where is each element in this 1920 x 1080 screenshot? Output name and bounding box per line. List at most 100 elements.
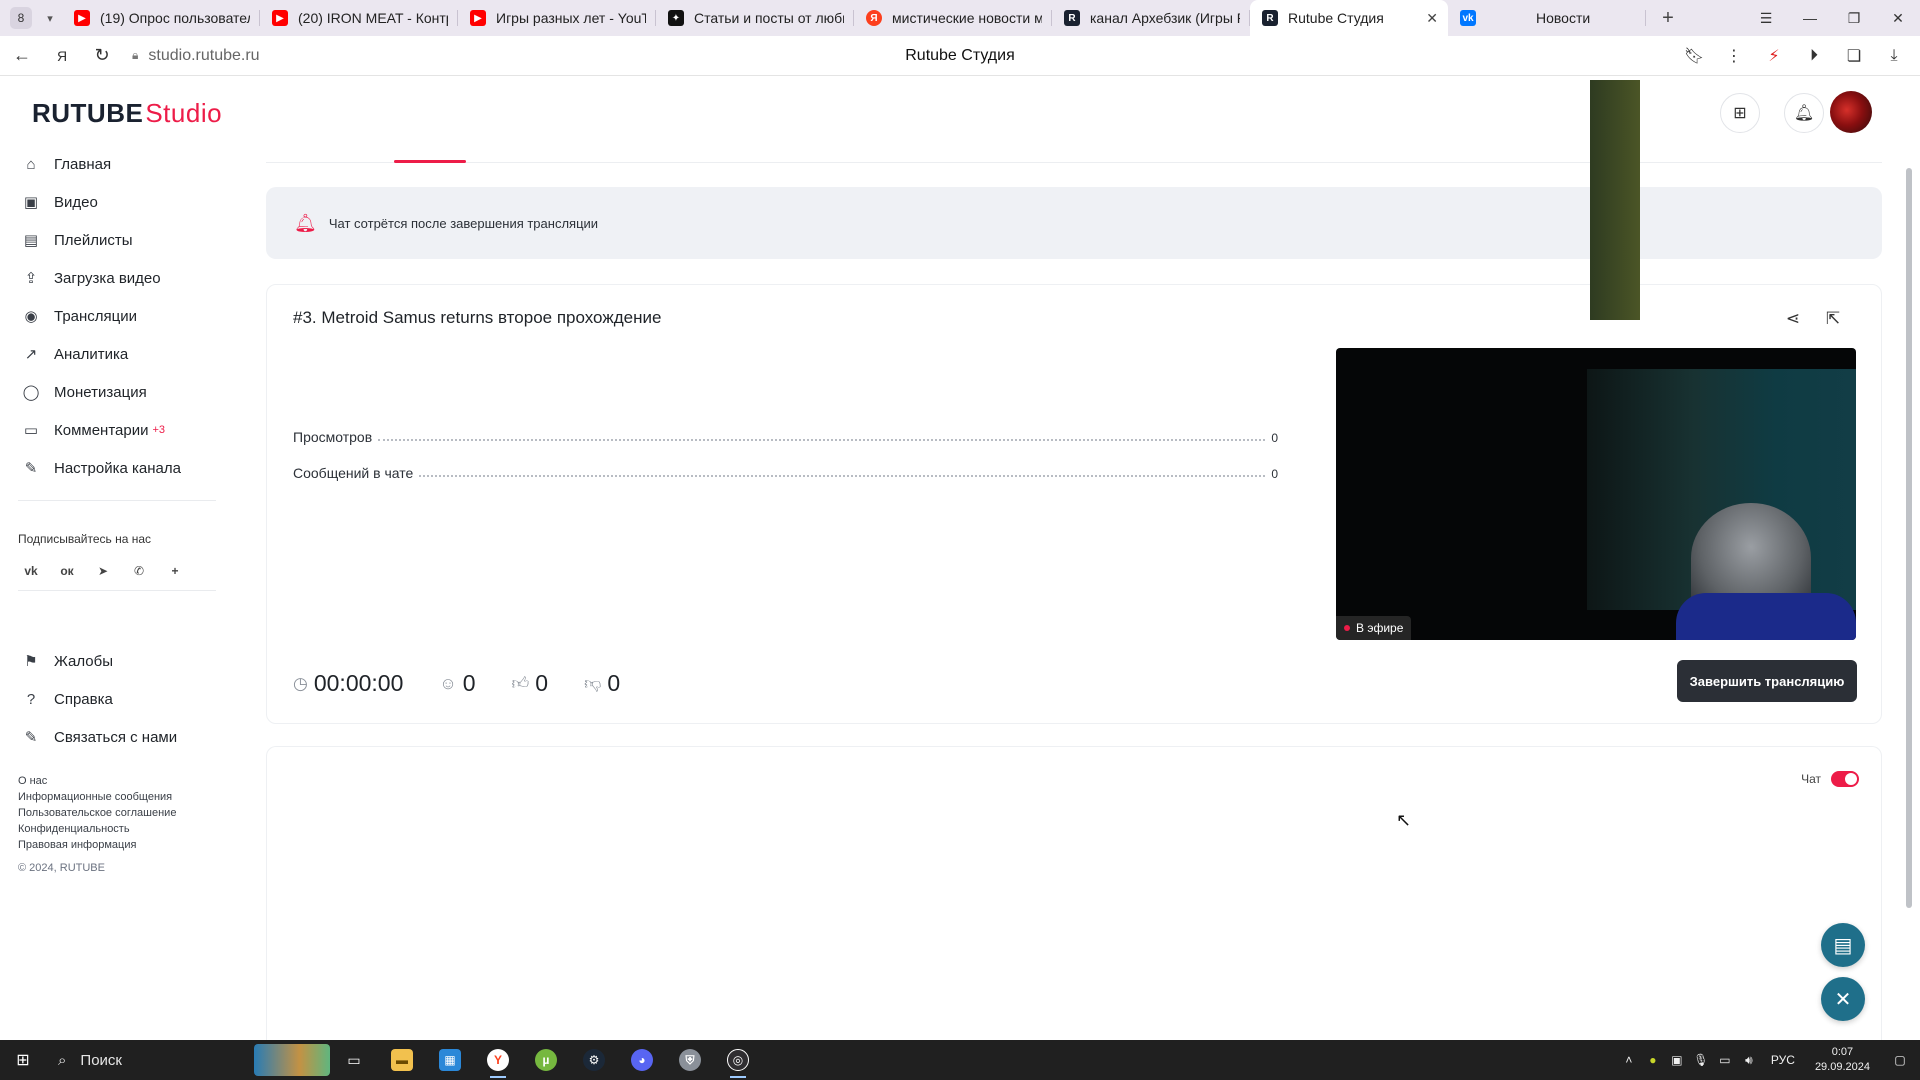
more-icon[interactable]: + [162, 560, 188, 582]
sidebar-item-comments[interactable]: ▭ Комментарии +3 [20, 418, 165, 442]
bookmark-icon[interactable]: 🔖︎ [1674, 40, 1714, 72]
microphone-icon[interactable]: 🎙︎ [1689, 1053, 1713, 1067]
collections-icon[interactable]: ❏ [1834, 40, 1874, 72]
yandex-browser-icon[interactable]: Y [474, 1040, 522, 1080]
sidebar-item-home[interactable]: ⌂ Главная [20, 152, 111, 176]
rutube-icon: R [1064, 10, 1080, 26]
back-arrow-icon[interactable]: ← [4, 40, 40, 72]
browser-tab-active[interactable]: R Rutube Студия ✕ [1250, 0, 1448, 36]
rutube-studio-logo[interactable]: RUTUBEStudio [32, 98, 222, 129]
close-icon: ✕ [1834, 988, 1852, 1011]
extension-rocket-icon[interactable]: ⚡ [1754, 40, 1794, 72]
search-highlight-image[interactable] [254, 1044, 330, 1076]
tray-app-icon[interactable]: ● [1641, 1053, 1665, 1067]
stat-label: Сообщений в чате [293, 465, 414, 481]
sidebar-item-complaints[interactable]: ⚑ Жалобы [20, 649, 113, 673]
sidebar-item-playlists[interactable]: ▤ Плейлисты [20, 228, 133, 252]
scrollbar-thumb[interactable] [1906, 168, 1912, 908]
browser-tab[interactable]: ▶ (19) Опрос пользователя [62, 0, 260, 36]
new-tab-button[interactable]: + [1654, 4, 1682, 32]
obs-icon[interactable]: ◎ [714, 1040, 762, 1080]
sidebar-item-video[interactable]: ▣ Видео [20, 190, 98, 214]
close-window-icon[interactable]: ✕ [1876, 0, 1920, 36]
search-icon: ⌕ [58, 1051, 67, 1069]
steam-icon[interactable]: ⚙ [570, 1040, 618, 1080]
windows-start-icon[interactable]: ⊞ [0, 1040, 46, 1080]
broadcast-icon: ◉ [24, 308, 38, 325]
footer-link-about[interactable]: О нас [18, 773, 176, 789]
reload-icon[interactable]: ↻ [84, 40, 120, 72]
more-options-icon[interactable]: ⋮ [1714, 40, 1754, 72]
close-widget-button[interactable]: ✕ [1821, 977, 1865, 1021]
sidebar: ⌂ Главная ▣ Видео ▤ Плейлисты ⇪ Загрузка… [0, 148, 218, 1038]
likes-counter: 👍︎ 0 [512, 670, 549, 697]
ok-icon[interactable]: ок [54, 560, 80, 582]
avatar[interactable] [1830, 91, 1872, 133]
browser-tab[interactable]: R канал Архебзик (Игры Р [1052, 0, 1250, 36]
plus-square-icon: ⊞ [1733, 105, 1747, 122]
viber-icon[interactable]: ✆ [126, 560, 152, 582]
tab-counter[interactable]: 8 [10, 7, 32, 29]
add-content-button[interactable]: ⊞ [1720, 93, 1760, 133]
open-external-icon[interactable]: ⇱ [1819, 305, 1847, 333]
browser-tab[interactable]: ▶ (20) IRON MEAT - Контра [260, 0, 458, 36]
footer-link-agreement[interactable]: Пользовательское соглашение [18, 805, 176, 821]
language-indicator[interactable]: РУС [1771, 1053, 1795, 1067]
analytics-icon: ↗ [24, 346, 38, 363]
vk-icon[interactable]: vk [18, 560, 44, 582]
telegram-icon[interactable]: ➤ [90, 560, 116, 582]
footer-link-legal[interactable]: Правовая информация [18, 837, 176, 853]
sidebar-item-contact[interactable]: ✎ Связаться с нами [20, 725, 177, 749]
network-icon[interactable]: ▭ [1713, 1053, 1737, 1067]
sidebar-item-upload[interactable]: ⇪ Загрузка видео [20, 266, 161, 290]
browser-tab[interactable]: vk Новости [1448, 0, 1646, 36]
address-bar: ← Я ↻ 🔒︎ studio.rutube.ru Rutube Студия … [0, 36, 1920, 76]
minimize-icon[interactable]: — [1788, 0, 1832, 36]
media-play-icon[interactable]: ⏵ [1794, 40, 1834, 72]
sidebar-item-monetization[interactable]: ◯ Монетизация [20, 380, 147, 404]
url-field[interactable]: 🔒︎ studio.rutube.ru [132, 47, 260, 65]
notifications-button[interactable]: 🔔︎ [1784, 93, 1824, 133]
sidebar-item-help[interactable]: ? Справка [20, 687, 113, 711]
browser-tab[interactable]: Я мистические новости ми [854, 0, 1052, 36]
stream-card: #3. Metroid Samus returns второе прохожд… [266, 284, 1882, 724]
sidebar-item-broadcasts[interactable]: ◉ Трансляции [20, 304, 137, 328]
store-icon[interactable]: ▦ [426, 1040, 474, 1080]
sidebar-item-analytics[interactable]: ↗ Аналитика [20, 342, 129, 366]
task-view-icon[interactable]: ▭ [330, 1040, 378, 1080]
vpn-shield-icon[interactable]: ⛨ [666, 1040, 714, 1080]
close-tab-icon[interactable]: ✕ [1426, 10, 1438, 27]
discord-icon[interactable]: ◕ [618, 1040, 666, 1080]
chevron-up-icon[interactable]: ˄ [1617, 1053, 1641, 1067]
file-explorer-icon[interactable]: ▬ [378, 1040, 426, 1080]
footer-link-privacy[interactable]: Конфиденциальность [18, 821, 176, 837]
taskbar-search[interactable]: ⌕ Поиск [46, 1040, 246, 1080]
volume-icon[interactable]: 🔊︎ [1737, 1053, 1761, 1068]
taskbar-clock[interactable]: 0:07 29.09.2024 [1815, 1045, 1870, 1075]
viewers-value: 0 [462, 670, 476, 696]
comments-badge: +3 [152, 424, 166, 436]
sidebar-item-label: Видео [54, 193, 98, 211]
chat-toggle-switch[interactable] [1831, 771, 1859, 787]
browser-tab[interactable]: ▶ Игры разных лет - YouTube [458, 0, 656, 36]
copyright: © 2024, RUTUBE [18, 862, 105, 874]
stream-preview[interactable]: В эфире [1336, 348, 1856, 640]
share-icon[interactable]: ⋖ [1779, 305, 1807, 333]
yandex-home-icon[interactable]: Я [44, 40, 80, 72]
support-chat-button[interactable]: ▤ [1821, 923, 1865, 967]
browser-tab[interactable]: ✦ Статьи и посты от любим [656, 0, 854, 36]
tab-title: Новости [1536, 10, 1591, 26]
camera-icon[interactable]: ▣ [1665, 1053, 1689, 1067]
end-stream-button[interactable]: Завершить трансляцию [1677, 660, 1857, 702]
menu-icon[interactable]: ☰ [1744, 0, 1788, 36]
restore-icon[interactable]: ❐ [1832, 0, 1876, 36]
utorrent-icon[interactable]: µ [522, 1040, 570, 1080]
tab-list-dropdown-icon[interactable]: ▾ [38, 12, 62, 25]
page-scrollbar[interactable] [1904, 148, 1914, 1040]
dislikes-counter: 👎︎ 0 [584, 670, 620, 697]
download-icon[interactable]: ⤓ [1874, 40, 1914, 72]
logo-main-text: RUTUBE [32, 98, 144, 128]
footer-link-info[interactable]: Информационные сообщения [18, 789, 176, 805]
sidebar-item-channel-settings[interactable]: ✎ Настройка канала [20, 456, 181, 480]
notifications-center-icon[interactable]: ▢ [1880, 1053, 1920, 1067]
